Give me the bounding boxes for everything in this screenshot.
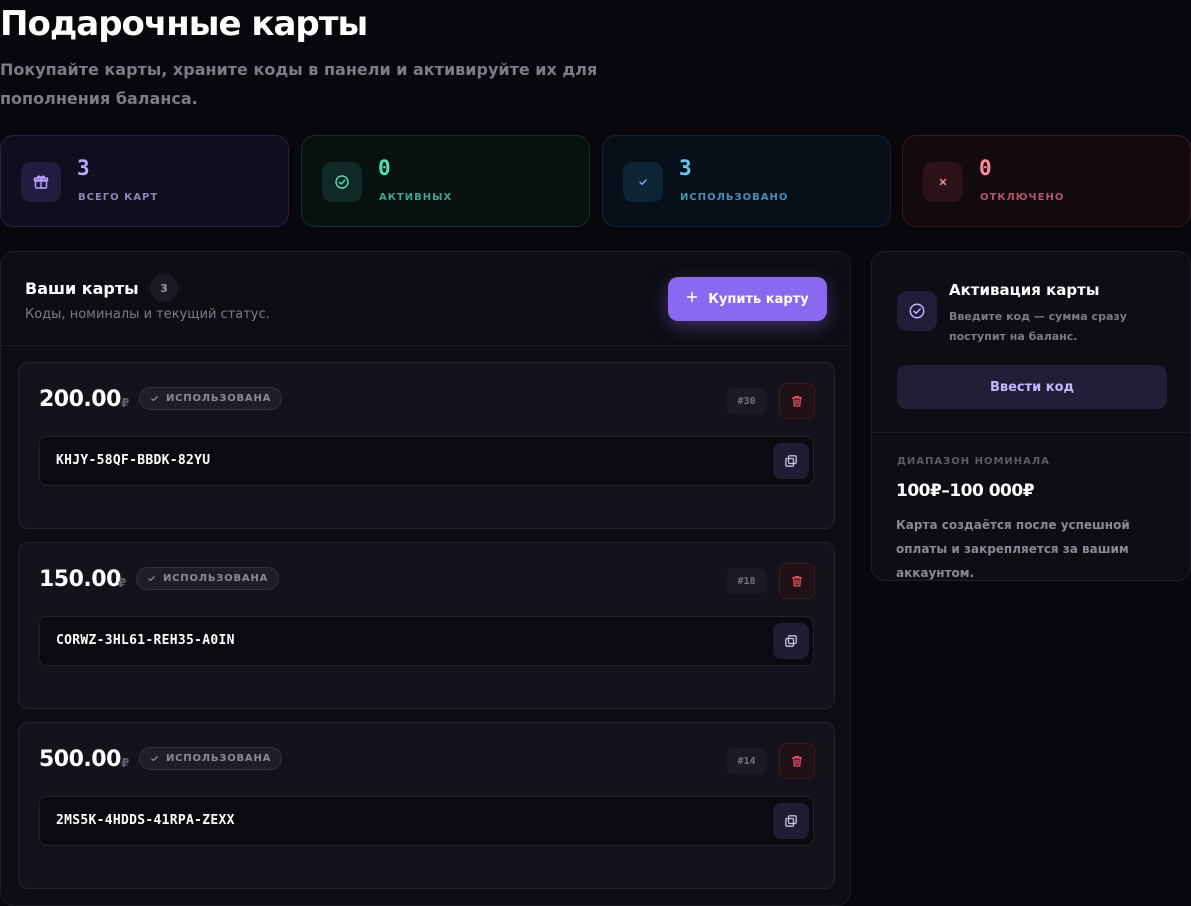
cards-panel-description: Коды, номиналы и текущий статус.: [25, 307, 270, 322]
page-subtitle: Покупайте карты, храните коды в панели и…: [0, 60, 598, 108]
copy-icon: [785, 455, 797, 467]
range-note: Карта создаётся после успешной оплаты и …: [896, 518, 1130, 580]
status-label: использована: [163, 573, 269, 584]
cards-panel: Ваши карты 3 Коды, номиналы и текущий ст…: [0, 251, 851, 906]
check-icon: [151, 396, 158, 402]
check-icon: [148, 576, 155, 582]
code-box: 2MS5K-4HDDS-41RPA-ZEXX: [39, 796, 814, 846]
stat-used-label: использовано: [680, 192, 789, 203]
delete-card-button[interactable]: [779, 743, 815, 779]
divider: [1, 345, 850, 346]
status-badge: использована: [139, 387, 283, 410]
gift-card: 500.00 ₽ использована #14 2MS5K-4HDDS-41…: [18, 722, 835, 889]
copy-code-button[interactable]: [773, 443, 809, 479]
stat-card-active: 0 активных: [301, 135, 590, 227]
range-label: ДИАПАЗОН НОМИНАЛА: [897, 456, 1050, 467]
gift-card: 200.00 ₽ использована #30 KHJY-58QF-BBDK…: [18, 362, 835, 529]
status-label: использована: [166, 393, 272, 404]
card-amount: 500.00: [39, 747, 121, 772]
copy-icon: [785, 635, 797, 647]
enter-code-button[interactable]: Ввести код: [897, 365, 1167, 409]
check-circle-icon: [322, 162, 362, 202]
card-id: #18: [727, 568, 766, 594]
range-value: 100₽–100 000₽: [896, 481, 1035, 501]
stat-total-label: всего карт: [78, 192, 159, 203]
divider: [872, 432, 1190, 433]
trash-icon: [791, 395, 803, 407]
activation-description: Введите код — сумма сразу поступит на ба…: [949, 310, 1127, 343]
trash-icon: [791, 755, 803, 767]
plus-icon: [686, 291, 698, 307]
copy-code-button[interactable]: [773, 623, 809, 659]
cards-panel-title: Ваши карты: [25, 279, 139, 298]
close-icon: [923, 162, 963, 202]
currency-symbol: ₽: [121, 756, 130, 770]
copy-code-button[interactable]: [773, 803, 809, 839]
copy-icon: [785, 815, 797, 827]
status-label: использована: [166, 753, 272, 764]
code-box: KHJY-58QF-BBDK-82YU: [39, 436, 814, 486]
card-id: #30: [727, 388, 766, 414]
check-icon: [151, 756, 158, 762]
activation-title: Активация карты: [949, 281, 1100, 299]
check-icon: [623, 162, 663, 202]
delete-card-button[interactable]: [779, 563, 815, 599]
card-code: 2MS5K-4HDDS-41RPA-ZEXX: [56, 813, 235, 828]
stat-disabled-value: 0: [979, 156, 992, 180]
delete-card-button[interactable]: [779, 383, 815, 419]
check-circle-icon: [897, 291, 937, 331]
buy-card-button[interactable]: Купить карту: [668, 277, 827, 321]
stat-disabled-label: отключено: [980, 192, 1065, 203]
activation-panel: Активация карты Введите код — сумма сраз…: [871, 251, 1191, 581]
card-code: KHJY-58QF-BBDK-82YU: [56, 453, 211, 468]
card-amount: 200.00: [39, 387, 121, 412]
stat-total-value: 3: [77, 156, 90, 180]
stat-card-disabled: 0 отключено: [902, 135, 1191, 227]
status-badge: использована: [136, 567, 280, 590]
card-code: CORWZ-3HL61-REH35-A0IN: [56, 633, 235, 648]
stat-active-label: активных: [379, 192, 453, 203]
currency-symbol: ₽: [121, 396, 130, 410]
status-badge: использована: [139, 747, 283, 770]
gift-card: 150.00 ₽ использована #18 CORWZ-3HL61-RE…: [18, 542, 835, 709]
trash-icon: [791, 575, 803, 587]
stat-card-used: 3 использовано: [602, 135, 891, 227]
card-amount: 150.00: [39, 567, 121, 592]
card-id: #14: [727, 748, 766, 774]
buy-card-label: Купить карту: [708, 291, 809, 307]
page-title: Подарочные карты: [0, 4, 368, 44]
cards-count-badge: 3: [150, 274, 178, 302]
stat-active-value: 0: [378, 156, 391, 180]
code-box: CORWZ-3HL61-REH35-A0IN: [39, 616, 814, 666]
stat-card-total: 3 всего карт: [0, 135, 289, 227]
gift-icon: [21, 162, 61, 202]
currency-symbol: ₽: [118, 576, 127, 590]
stat-used-value: 3: [679, 156, 692, 180]
